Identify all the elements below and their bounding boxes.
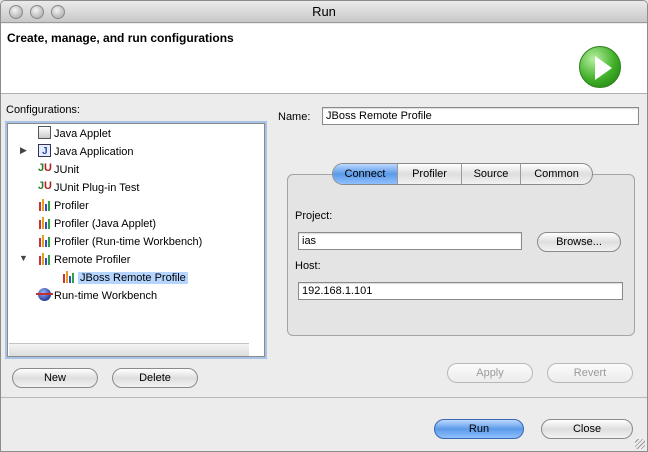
tree-horizontal-scrollbar[interactable] — [9, 343, 249, 356]
browse-button[interactable]: Browse... — [537, 232, 621, 252]
run-button[interactable]: Run — [434, 419, 524, 439]
project-field[interactable]: ias — [298, 232, 522, 250]
banner-title: Create, manage, and run configurations — [7, 31, 234, 45]
tree-item-jboss-remote-profile[interactable]: JBoss Remote Profile — [62, 270, 188, 287]
profiler-icon — [38, 252, 51, 265]
zoom-window-icon[interactable] — [51, 5, 65, 19]
tree-item-runtime-workbench[interactable]: Run-time Workbench — [36, 288, 157, 305]
configurations-tree[interactable]: Java Applet ▶ Java Application JUnit JUn… — [7, 123, 265, 357]
title-bar: Run — [1, 1, 647, 23]
delete-button[interactable]: Delete — [112, 368, 198, 388]
revert-button[interactable]: Revert — [547, 363, 633, 383]
tree-item-java-applet[interactable]: Java Applet — [38, 126, 111, 143]
junit-icon — [38, 160, 52, 177]
window-title: Run — [312, 4, 336, 19]
minimize-window-icon[interactable] — [30, 5, 44, 19]
tab-panel — [287, 174, 635, 336]
tree-item-profiler-runtime-workbench[interactable]: Profiler (Run-time Workbench) — [38, 234, 202, 251]
junit-plugin-icon — [38, 178, 52, 195]
configurations-label: Configurations: — [6, 104, 80, 116]
java-app-icon — [38, 143, 51, 160]
footer-separator — [1, 397, 647, 398]
close-window-icon[interactable] — [9, 5, 23, 19]
expanded-triangle-icon[interactable]: ▼ — [19, 253, 28, 263]
tree-item-profiler-java-applet[interactable]: Profiler (Java Applet) — [38, 216, 156, 233]
profiler-icon — [38, 216, 51, 229]
runtime-workbench-icon — [36, 288, 53, 301]
name-label: Name: — [278, 111, 311, 123]
run-icon — [579, 46, 621, 88]
apply-button[interactable]: Apply — [447, 363, 533, 383]
tree-item-junit-plugin-test[interactable]: JUnit Plug-in Test — [38, 178, 139, 197]
tab-common[interactable]: Common — [521, 164, 592, 184]
tab-source[interactable]: Source — [462, 164, 521, 184]
tab-connect[interactable]: Connect — [333, 164, 398, 184]
profiler-icon — [62, 270, 75, 283]
new-button[interactable]: New — [12, 368, 98, 388]
host-label: Host: — [295, 260, 321, 272]
tab-profiler[interactable]: Profiler — [398, 164, 462, 184]
tab-bar: Connect Profiler Source Common — [332, 163, 593, 185]
tree-item-remote-profiler[interactable]: Remote Profiler — [38, 252, 130, 269]
run-dialog-window: Run Create, manage, and run configuratio… — [0, 0, 648, 452]
resize-grip-icon[interactable] — [635, 439, 645, 449]
collapsed-triangle-icon[interactable]: ▶ — [20, 145, 27, 156]
close-button[interactable]: Close — [541, 419, 633, 439]
host-field[interactable]: 192.168.1.101 — [298, 282, 623, 300]
profiler-icon — [38, 234, 51, 247]
profiler-icon — [38, 198, 51, 211]
tree-item-junit[interactable]: JUnit — [38, 160, 79, 179]
tree-item-java-application[interactable]: Java Application — [38, 143, 134, 161]
header-banner: Create, manage, and run configurations — [1, 24, 647, 94]
applet-icon — [38, 126, 51, 139]
tree-item-profiler[interactable]: Profiler — [38, 198, 89, 215]
name-field[interactable]: JBoss Remote Profile — [322, 107, 639, 125]
project-label: Project: — [295, 210, 333, 222]
